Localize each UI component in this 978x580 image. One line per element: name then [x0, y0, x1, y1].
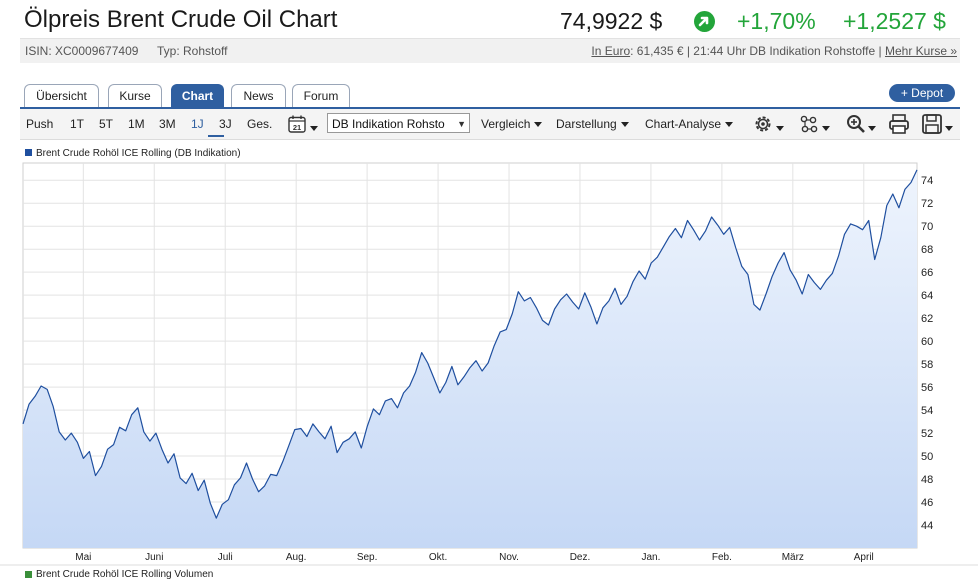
y-tick-label: 64	[921, 290, 933, 302]
y-tick-label: 60	[921, 336, 933, 348]
y-tick-label: 54	[921, 405, 933, 417]
x-tick-label: Jan.	[641, 552, 660, 563]
y-tick-label: 66	[921, 267, 933, 279]
x-tick-label: Mai	[75, 552, 91, 563]
y-tick-label: 56	[921, 382, 933, 394]
x-tick-label: Okt.	[429, 552, 447, 563]
x-tick-label: Nov.	[499, 552, 519, 563]
x-tick-label: Sep.	[357, 552, 378, 563]
volume-legend-swatch	[25, 570, 32, 578]
y-tick-label: 74	[921, 175, 933, 187]
x-tick-label: Feb.	[712, 552, 732, 563]
y-tick-label: 70	[921, 221, 933, 233]
x-tick-label: April	[854, 552, 874, 563]
y-tick-label: 44	[921, 520, 933, 532]
y-tick-label: 52	[921, 428, 933, 440]
y-tick-label: 62	[921, 313, 933, 325]
x-tick-label: Juni	[145, 552, 163, 563]
x-tick-label: Dez.	[570, 552, 591, 563]
price-chart[interactable]: 44 46 48 50 52 54 56 58 60 62 64 66 68 70 72 74 Mai Juni J…	[0, 0, 978, 575]
y-tick-label: 46	[921, 497, 933, 509]
y-tick-label: 48	[921, 474, 933, 486]
y-tick-label: 50	[921, 451, 933, 463]
x-tick-label: Aug.	[286, 552, 307, 563]
x-tick-label: März	[782, 552, 804, 563]
y-tick-label: 72	[921, 198, 933, 210]
y-tick-label: 58	[921, 359, 933, 371]
y-tick-label: 68	[921, 244, 933, 256]
x-tick-label: Juli	[218, 552, 233, 563]
